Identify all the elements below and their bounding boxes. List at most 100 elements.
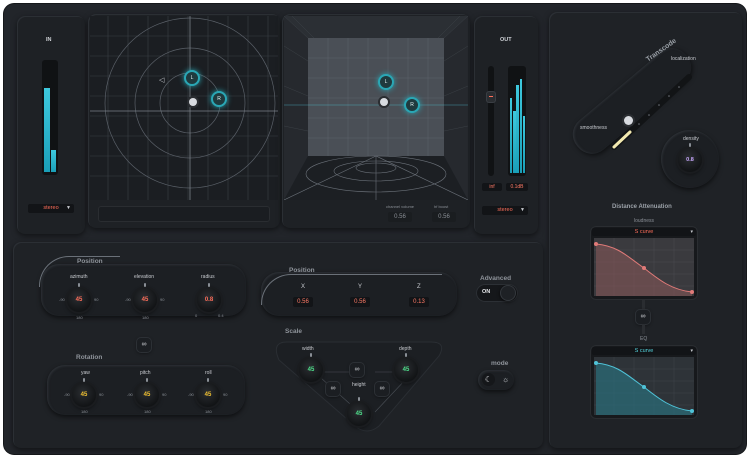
curve-link-icon[interactable]: ∞ — [636, 310, 650, 324]
y-value[interactable]: 0.56 — [350, 297, 370, 307]
z-label: Z — [417, 284, 421, 290]
source-right-marker[interactable]: R — [211, 91, 227, 107]
loudness-curve-type: S curve — [634, 229, 654, 235]
azimuth-max: 90 — [94, 297, 99, 302]
in-channel-dropdown[interactable]: stereo ▼ — [28, 204, 74, 213]
z-value[interactable]: 0.13 — [409, 297, 429, 307]
in-meter-bar-left — [44, 88, 50, 172]
width-knob[interactable]: 45 — [299, 353, 323, 382]
listener-head-icon[interactable] — [189, 98, 197, 106]
position-rotation-link-icon[interactable]: ∞ — [137, 338, 151, 352]
radius-min: 0 — [195, 313, 198, 318]
elevation-min: -90 — [125, 297, 131, 302]
mode-label: mode — [491, 360, 509, 367]
yaw-knob[interactable]: 45 — [72, 378, 96, 407]
chevron-down-icon: ▾ — [690, 229, 693, 235]
width-label: width — [302, 346, 314, 352]
position-title: Position — [77, 258, 103, 265]
speaker-icon: ◁ — [159, 77, 165, 84]
perspective-source-right[interactable]: R — [404, 97, 420, 113]
density-knob[interactable]: 0.8 — [678, 143, 702, 172]
moon-icon[interactable]: ☾ — [482, 373, 495, 386]
top-view-grid[interactable] — [90, 16, 278, 200]
yaw-bottom: 180 — [81, 409, 88, 414]
y-label: Y — [358, 284, 363, 290]
roll-min: -90 — [188, 392, 194, 397]
height-knob[interactable]: 45 — [347, 397, 371, 426]
out-dropdown-value: stereo — [497, 207, 513, 213]
advanced-toggle-knob — [500, 285, 516, 301]
mode-switch[interactable]: ☾ ☼ — [478, 370, 514, 390]
radius-knob[interactable]: 0.8 — [197, 283, 221, 312]
roll-knob[interactable]: 45 — [196, 378, 220, 407]
source-left-marker[interactable]: L — [184, 70, 200, 86]
pitch-min: -90 — [127, 392, 133, 397]
perspective-source-left[interactable]: L — [378, 74, 394, 90]
eq-label: EQ — [640, 336, 648, 342]
width-depth-link-icon[interactable]: ∞ — [350, 363, 364, 377]
out-meter-bar — [516, 84, 519, 173]
roll-max: 90 — [223, 392, 228, 397]
azimuth-label: azimuth — [70, 274, 88, 280]
in-meter-panel: IN stereo ▼ — [17, 16, 85, 234]
perspective-listener-icon[interactable] — [380, 98, 388, 106]
curve-link-connector-lower — [642, 324, 645, 334]
roll-bottom: 180 — [205, 409, 212, 414]
top-view-footer — [98, 206, 270, 222]
yaw-min: -90 — [64, 392, 70, 397]
pitch-knob[interactable]: 45 — [135, 378, 159, 407]
channel-volume-value[interactable]: 0.56 — [388, 212, 412, 222]
out-meter-bar — [513, 110, 516, 173]
out-gain-slider-handle[interactable] — [487, 92, 495, 102]
out-meter-bar — [522, 115, 526, 173]
sun-icon[interactable]: ☼ — [499, 373, 512, 386]
hf-boost-label: hf boost — [434, 204, 449, 209]
width-height-link-icon[interactable]: ∞ — [326, 382, 340, 396]
transcode-slider-handle[interactable] — [624, 116, 633, 125]
depth-label: depth — [399, 346, 412, 352]
in-meter-bar-right — [51, 150, 56, 172]
plugin-window: IN stereo ▼ L R ◁ L R channel volume hf … — [4, 4, 746, 454]
loudness-curve-dropdown[interactable]: S curve ▾ — [592, 228, 696, 236]
density-label: density — [683, 136, 699, 142]
advanced-toggle-state: ON — [482, 289, 491, 295]
in-dropdown-value: stereo — [43, 205, 59, 211]
rotation-title: Rotation — [76, 354, 103, 361]
localization-label: localization — [671, 56, 696, 62]
out-meter-bar — [510, 98, 513, 173]
height-label: height — [352, 382, 366, 388]
chevron-down-icon: ▼ — [66, 205, 71, 211]
right-column-panel: Transcode localization smoothness densit… — [549, 12, 742, 448]
radius-label: radius — [201, 274, 215, 280]
perspective-room[interactable] — [284, 16, 468, 200]
advanced-label: Advanced — [480, 275, 512, 282]
depth-knob[interactable]: 45 — [394, 353, 418, 382]
azimuth-knob[interactable]: 45 — [67, 283, 91, 312]
top-view-panel: L R ◁ — [88, 14, 280, 228]
out-meter-bar — [519, 79, 522, 173]
advanced-toggle[interactable]: ON — [476, 284, 518, 302]
x-label: X — [301, 284, 306, 290]
pitch-bottom: 180 — [144, 409, 151, 414]
radius-max: 0.4 — [218, 313, 224, 318]
eq-curve-dropdown[interactable]: S curve ▾ — [592, 347, 696, 355]
out-meter-panel: OUT inf 0.1dB stereo ▼ — [474, 16, 538, 234]
out-channel-dropdown[interactable]: stereo ▼ — [482, 206, 528, 215]
x-value[interactable]: 0.56 — [293, 297, 313, 307]
curve-link-connector — [642, 300, 645, 310]
chevron-down-icon: ▾ — [690, 348, 693, 354]
pitch-label: pitch — [140, 370, 151, 376]
loudness-curve-graph[interactable] — [594, 238, 694, 296]
roll-label: roll — [205, 370, 212, 376]
out-gain-slider-track[interactable] — [487, 66, 495, 176]
eq-curve-graph[interactable] — [594, 357, 694, 415]
hf-boost-value[interactable]: 0.56 — [432, 212, 456, 222]
elevation-max: 90 — [160, 297, 165, 302]
elevation-knob[interactable]: 45 — [133, 283, 157, 312]
yaw-label: yaw — [81, 370, 90, 376]
out-readout-left: inf — [482, 183, 502, 191]
elevation-bottom: 180 — [142, 315, 149, 320]
depth-height-link-icon[interactable]: ∞ — [375, 382, 389, 396]
loudness-label: loudness — [634, 218, 655, 224]
out-label: OUT — [500, 37, 512, 43]
